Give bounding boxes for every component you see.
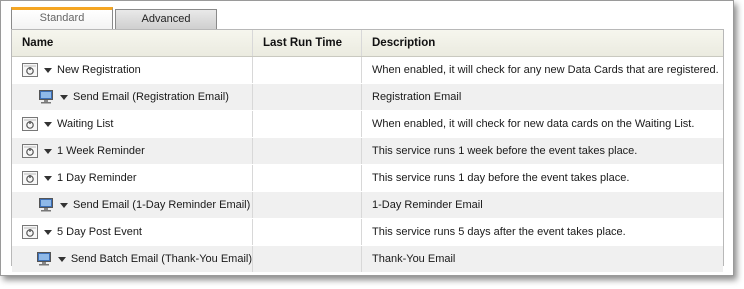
column-header-last-run-time[interactable]: Last Run Time	[252, 30, 362, 57]
name-cell: New Registration	[12, 56, 253, 84]
services-grid: Name Last Run Time Description New Regis…	[11, 29, 724, 273]
description-cell: This service runs 5 days after the event…	[361, 218, 723, 246]
name-cell: Send Email (Registration Email)	[12, 83, 253, 111]
dropdown-arrow-icon[interactable]	[44, 229, 52, 235]
service-icon	[22, 144, 38, 158]
table-row[interactable]: Send Email (Registration Email) Registra…	[12, 83, 723, 111]
description-cell: This service runs 1 day before the event…	[361, 164, 723, 192]
email-computer-icon	[38, 198, 54, 212]
table-row[interactable]: Send Batch Email (Thank-You Email) Thank…	[12, 245, 723, 273]
description-cell: When enabled, it will check for new data…	[361, 110, 723, 138]
name-cell: Send Batch Email (Thank-You Email)	[12, 245, 253, 273]
table-body: New Registration When enabled, it will c…	[12, 56, 723, 273]
dropdown-arrow-icon[interactable]	[60, 202, 68, 208]
dropdown-arrow-icon[interactable]	[44, 148, 52, 154]
row-name-label: New Registration	[57, 64, 141, 76]
table-row[interactable]: 1 Week Reminder This service runs 1 week…	[12, 137, 723, 165]
description-cell: Thank-You Email	[361, 245, 723, 273]
service-icon	[22, 225, 38, 239]
tab-advanced[interactable]: Advanced	[115, 9, 217, 29]
row-name-label: Waiting List	[57, 118, 114, 130]
name-cell: 1 Day Reminder	[12, 164, 253, 192]
row-name-label: Send Email (Registration Email)	[73, 91, 229, 103]
services-window: Standard Advanced Name Last Run Time Des…	[0, 0, 734, 276]
dropdown-arrow-icon[interactable]	[44, 175, 52, 181]
dropdown-arrow-icon[interactable]	[60, 94, 68, 100]
last-run-time-cell	[252, 56, 362, 84]
last-run-time-cell	[252, 245, 362, 273]
table-row[interactable]: 1 Day Reminder This service runs 1 day b…	[12, 164, 723, 192]
last-run-time-cell	[252, 83, 362, 111]
row-name-label: Send Email (1-Day Reminder Email)	[73, 199, 251, 211]
row-name-label: Send Batch Email (Thank-You Email)	[70, 253, 252, 265]
services-table: Name Last Run Time Description New Regis…	[12, 30, 723, 273]
email-computer-icon	[36, 252, 52, 266]
service-icon	[22, 63, 38, 77]
dropdown-arrow-icon[interactable]	[57, 256, 66, 262]
column-header-name[interactable]: Name	[12, 30, 253, 57]
table-row[interactable]: 5 Day Post Event This service runs 5 day…	[12, 218, 723, 246]
last-run-time-cell	[252, 191, 362, 219]
description-cell: Registration Email	[361, 83, 723, 111]
description-cell: 1-Day Reminder Email	[361, 191, 723, 219]
name-cell: 5 Day Post Event	[12, 218, 253, 246]
row-name-label: 1 Day Reminder	[57, 172, 137, 184]
last-run-time-cell	[252, 110, 362, 138]
email-computer-icon	[38, 90, 54, 104]
table-header-row: Name Last Run Time Description	[12, 30, 723, 57]
row-name-label: 5 Day Post Event	[57, 226, 142, 238]
table-row[interactable]: Send Email (1-Day Reminder Email) 1-Day …	[12, 191, 723, 219]
dropdown-arrow-icon[interactable]	[44, 67, 52, 73]
service-icon	[22, 117, 38, 131]
tab-bar: Standard Advanced	[11, 7, 217, 29]
tab-standard[interactable]: Standard	[11, 7, 113, 29]
description-cell: When enabled, it will check for any new …	[361, 56, 723, 84]
dropdown-arrow-icon[interactable]	[44, 121, 52, 127]
table-row[interactable]: New Registration When enabled, it will c…	[12, 56, 723, 84]
row-name-label: 1 Week Reminder	[57, 145, 145, 157]
name-cell: Waiting List	[12, 110, 253, 138]
column-header-description[interactable]: Description	[361, 30, 723, 57]
description-cell: This service runs 1 week before the even…	[361, 137, 723, 165]
last-run-time-cell	[252, 218, 362, 246]
table-row[interactable]: Waiting List When enabled, it will check…	[12, 110, 723, 138]
last-run-time-cell	[252, 137, 362, 165]
name-cell: 1 Week Reminder	[12, 137, 253, 165]
last-run-time-cell	[252, 164, 362, 192]
service-icon	[22, 171, 38, 185]
name-cell: Send Email (1-Day Reminder Email)	[12, 191, 253, 219]
